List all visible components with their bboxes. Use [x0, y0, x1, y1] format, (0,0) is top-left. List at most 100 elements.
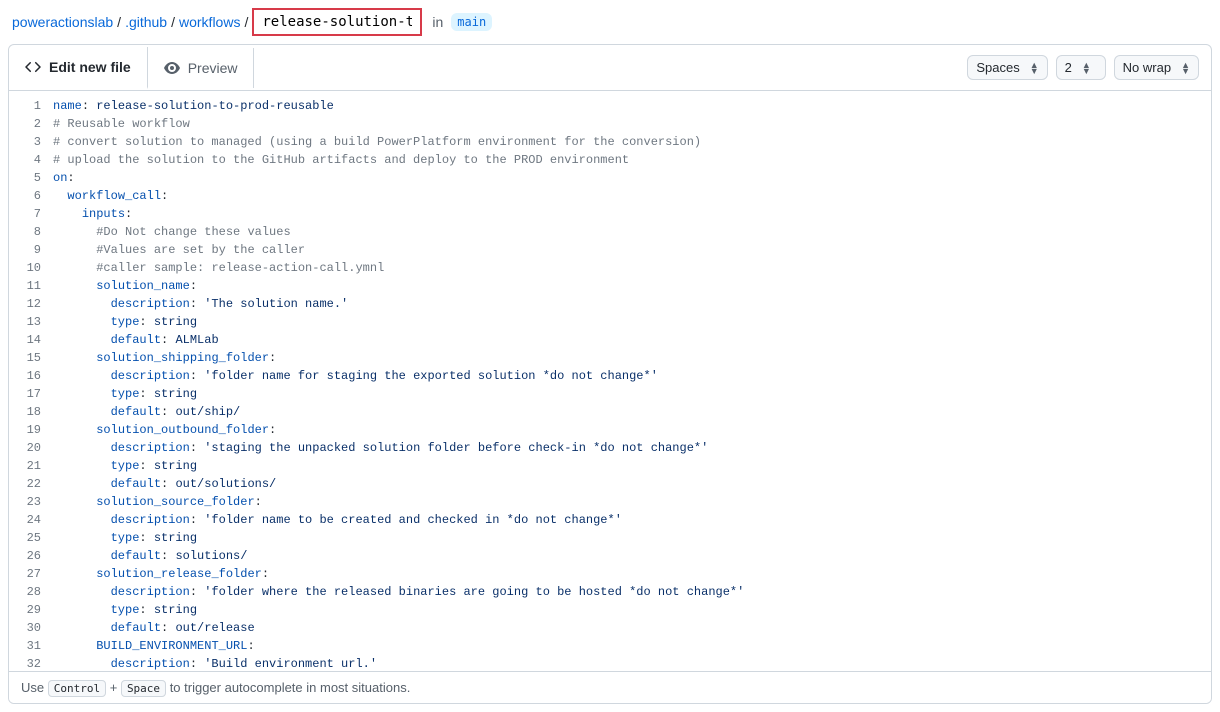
code-line[interactable]: 30 default: out/release: [9, 619, 1211, 637]
code-text[interactable]: name: release-solution-to-prod-reusable: [53, 97, 1211, 115]
code-line[interactable]: 18 default: out/ship/: [9, 403, 1211, 421]
code-text[interactable]: default: out/ship/: [53, 403, 1211, 421]
code-line[interactable]: 2# Reusable workflow: [9, 115, 1211, 133]
code-line[interactable]: 31 BUILD_ENVIRONMENT_URL:: [9, 637, 1211, 655]
code-text[interactable]: workflow_call:: [53, 187, 1211, 205]
in-label: in: [432, 14, 443, 30]
code-line[interactable]: 13 type: string: [9, 313, 1211, 331]
code-line[interactable]: 10 #caller sample: release-action-call.y…: [9, 259, 1211, 277]
line-number: 5: [9, 169, 53, 187]
code-line[interactable]: 25 type: string: [9, 529, 1211, 547]
code-text[interactable]: default: solutions/: [53, 547, 1211, 565]
code-line[interactable]: 15 solution_shipping_folder:: [9, 349, 1211, 367]
indent-size-select[interactable]: 2 ▲▼: [1056, 55, 1106, 80]
line-number: 7: [9, 205, 53, 223]
code-line[interactable]: 19 solution_outbound_folder:: [9, 421, 1211, 439]
code-text[interactable]: type: string: [53, 457, 1211, 475]
line-number: 23: [9, 493, 53, 511]
select-arrows-icon: ▲▼: [1030, 62, 1039, 74]
code-text[interactable]: description: 'staging the unpacked solut…: [53, 439, 1211, 457]
code-text[interactable]: default: out/release: [53, 619, 1211, 637]
editor-container: Edit new file Preview Spaces ▲▼ 2 ▲▼ No …: [8, 44, 1212, 704]
code-line[interactable]: 7 inputs:: [9, 205, 1211, 223]
code-text[interactable]: solution_shipping_folder:: [53, 349, 1211, 367]
code-line[interactable]: 12 description: 'The solution name.': [9, 295, 1211, 313]
branch-badge[interactable]: main: [451, 13, 492, 31]
wrap-mode-select[interactable]: No wrap ▲▼: [1114, 55, 1199, 80]
code-line[interactable]: 23 solution_source_folder:: [9, 493, 1211, 511]
code-text[interactable]: #caller sample: release-action-call.ymnl: [53, 259, 1211, 277]
code-line[interactable]: 26 default: solutions/: [9, 547, 1211, 565]
code-editor[interactable]: 1name: release-solution-to-prod-reusable…: [9, 91, 1211, 671]
line-number: 30: [9, 619, 53, 637]
code-line[interactable]: 29 type: string: [9, 601, 1211, 619]
line-number: 1: [9, 97, 53, 115]
code-text[interactable]: solution_name:: [53, 277, 1211, 295]
line-number: 11: [9, 277, 53, 295]
code-text[interactable]: # upload the solution to the GitHub arti…: [53, 151, 1211, 169]
line-number: 10: [9, 259, 53, 277]
tab-preview-label: Preview: [188, 60, 238, 76]
code-text[interactable]: # convert solution to managed (using a b…: [53, 133, 1211, 151]
code-line[interactable]: 14 default: ALMLab: [9, 331, 1211, 349]
filename-input[interactable]: [252, 8, 422, 36]
line-number: 31: [9, 637, 53, 655]
code-text[interactable]: #Values are set by the caller: [53, 241, 1211, 259]
line-number: 28: [9, 583, 53, 601]
code-line[interactable]: 6 workflow_call:: [9, 187, 1211, 205]
code-text[interactable]: description: 'The solution name.': [53, 295, 1211, 313]
code-line[interactable]: 32 description: 'Build environment url.': [9, 655, 1211, 671]
code-line[interactable]: 16 description: 'folder name for staging…: [9, 367, 1211, 385]
code-text[interactable]: default: out/solutions/: [53, 475, 1211, 493]
code-line[interactable]: 3# convert solution to managed (using a …: [9, 133, 1211, 151]
code-line[interactable]: 8 #Do Not change these values: [9, 223, 1211, 241]
code-text[interactable]: # Reusable workflow: [53, 115, 1211, 133]
breadcrumb-repo[interactable]: poweractionslab: [12, 14, 113, 30]
code-text[interactable]: #Do Not change these values: [53, 223, 1211, 241]
code-text[interactable]: description: 'Build environment url.': [53, 655, 1211, 671]
code-line[interactable]: 22 default: out/solutions/: [9, 475, 1211, 493]
code-text[interactable]: description: 'folder where the released …: [53, 583, 1211, 601]
tabs-row: Edit new file Preview Spaces ▲▼ 2 ▲▼ No …: [9, 45, 1211, 91]
code-line[interactable]: 1name: release-solution-to-prod-reusable: [9, 97, 1211, 115]
breadcrumb-path-github[interactable]: .github: [125, 14, 167, 30]
line-number: 32: [9, 655, 53, 671]
code-line[interactable]: 4# upload the solution to the GitHub art…: [9, 151, 1211, 169]
tab-edit-file[interactable]: Edit new file: [9, 47, 148, 89]
code-line[interactable]: 17 type: string: [9, 385, 1211, 403]
line-number: 13: [9, 313, 53, 331]
line-number: 14: [9, 331, 53, 349]
code-line[interactable]: 21 type: string: [9, 457, 1211, 475]
wrap-mode-value: No wrap: [1123, 60, 1171, 75]
code-line[interactable]: 9 #Values are set by the caller: [9, 241, 1211, 259]
code-text[interactable]: BUILD_ENVIRONMENT_URL:: [53, 637, 1211, 655]
code-text[interactable]: inputs:: [53, 205, 1211, 223]
code-text[interactable]: solution_source_folder:: [53, 493, 1211, 511]
breadcrumb-sep: /: [244, 14, 248, 30]
line-number: 20: [9, 439, 53, 457]
code-text[interactable]: description: 'folder name for staging th…: [53, 367, 1211, 385]
code-line[interactable]: 24 description: 'folder name to be creat…: [9, 511, 1211, 529]
code-line[interactable]: 28 description: 'folder where the releas…: [9, 583, 1211, 601]
code-text[interactable]: solution_outbound_folder:: [53, 421, 1211, 439]
indent-mode-select[interactable]: Spaces ▲▼: [967, 55, 1047, 80]
code-text[interactable]: type: string: [53, 601, 1211, 619]
kbd-space: Space: [121, 680, 166, 697]
footer-plus: +: [110, 680, 121, 695]
code-text[interactable]: solution_release_folder:: [53, 565, 1211, 583]
line-number: 3: [9, 133, 53, 151]
code-line[interactable]: 20 description: 'staging the unpacked so…: [9, 439, 1211, 457]
tab-preview[interactable]: Preview: [148, 48, 255, 88]
code-text[interactable]: type: string: [53, 529, 1211, 547]
code-text[interactable]: on:: [53, 169, 1211, 187]
code-line[interactable]: 5on:: [9, 169, 1211, 187]
code-line[interactable]: 11 solution_name:: [9, 277, 1211, 295]
code-text[interactable]: default: ALMLab: [53, 331, 1211, 349]
line-number: 25: [9, 529, 53, 547]
footer-suffix: to trigger autocomplete in most situatio…: [170, 680, 411, 695]
breadcrumb-path-workflows[interactable]: workflows: [179, 14, 240, 30]
code-text[interactable]: description: 'folder name to be created …: [53, 511, 1211, 529]
code-text[interactable]: type: string: [53, 385, 1211, 403]
code-text[interactable]: type: string: [53, 313, 1211, 331]
code-line[interactable]: 27 solution_release_folder:: [9, 565, 1211, 583]
